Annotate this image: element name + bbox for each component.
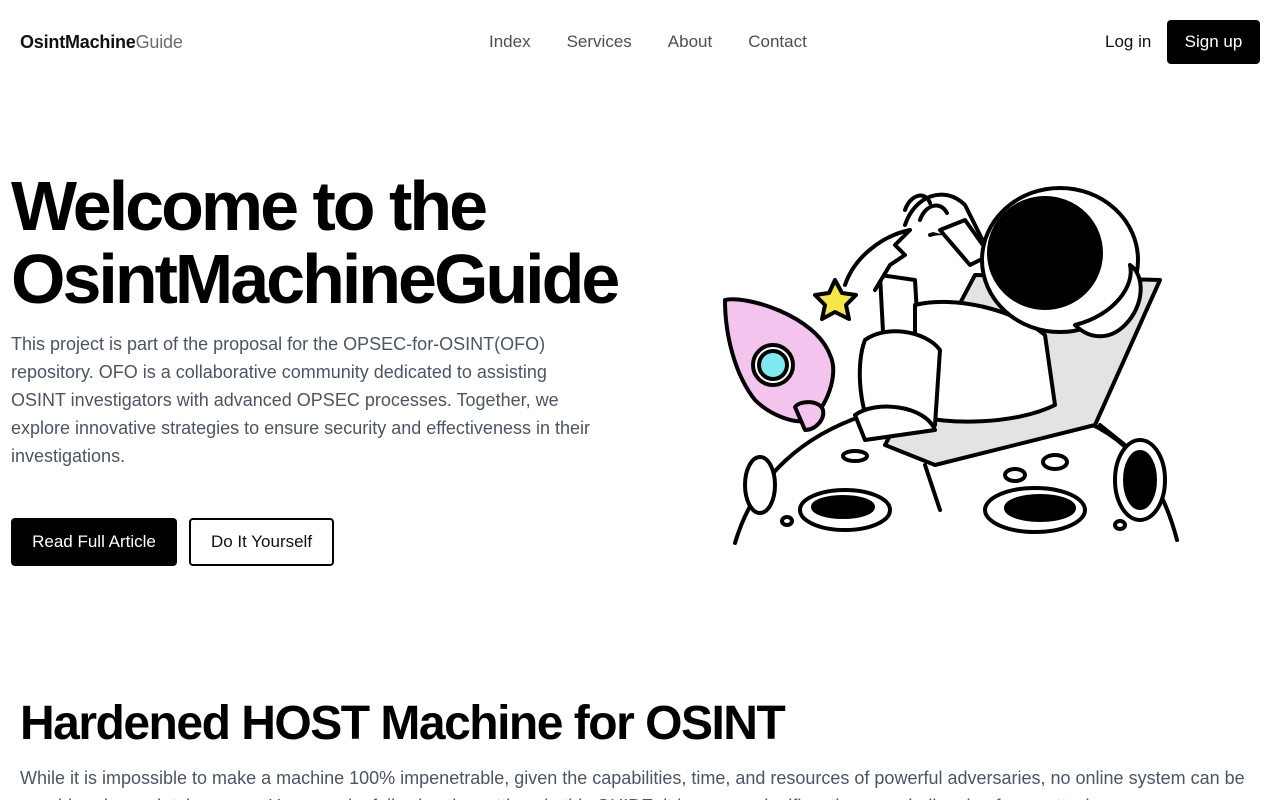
- top-navigation: OsintMachineGuide Index Services About C…: [0, 0, 1280, 84]
- astronaut-illustration-icon: [723, 186, 1179, 545]
- nav-link-contact[interactable]: Contact: [730, 30, 825, 54]
- do-it-yourself-button[interactable]: Do It Yourself: [189, 518, 334, 566]
- hero-title: Welcome to the OsintMachineGuide: [11, 170, 691, 316]
- main-menu: Index Services About Contact: [471, 30, 825, 54]
- hero-title-line1: Welcome to the: [11, 167, 488, 245]
- nav-link-about[interactable]: About: [650, 30, 730, 54]
- section-title: Hardened HOST Machine for OSINT: [20, 697, 786, 750]
- login-link[interactable]: Log in: [1093, 30, 1163, 54]
- signup-button[interactable]: Sign up: [1167, 20, 1260, 64]
- nav-link-index[interactable]: Index: [471, 30, 549, 54]
- brand-logo[interactable]: OsintMachineGuide: [20, 30, 183, 54]
- brand-secondary: Guide: [135, 32, 183, 52]
- hero-description: This project is part of the proposal for…: [11, 334, 590, 466]
- section-text: While it is impossible to make a machine…: [20, 768, 1245, 800]
- read-full-article-button[interactable]: Read Full Article: [11, 518, 177, 566]
- brand-primary: OsintMachine: [20, 32, 136, 52]
- nav-link-services[interactable]: Services: [549, 30, 650, 54]
- hero-title-line2: OsintMachineGuide: [11, 240, 620, 318]
